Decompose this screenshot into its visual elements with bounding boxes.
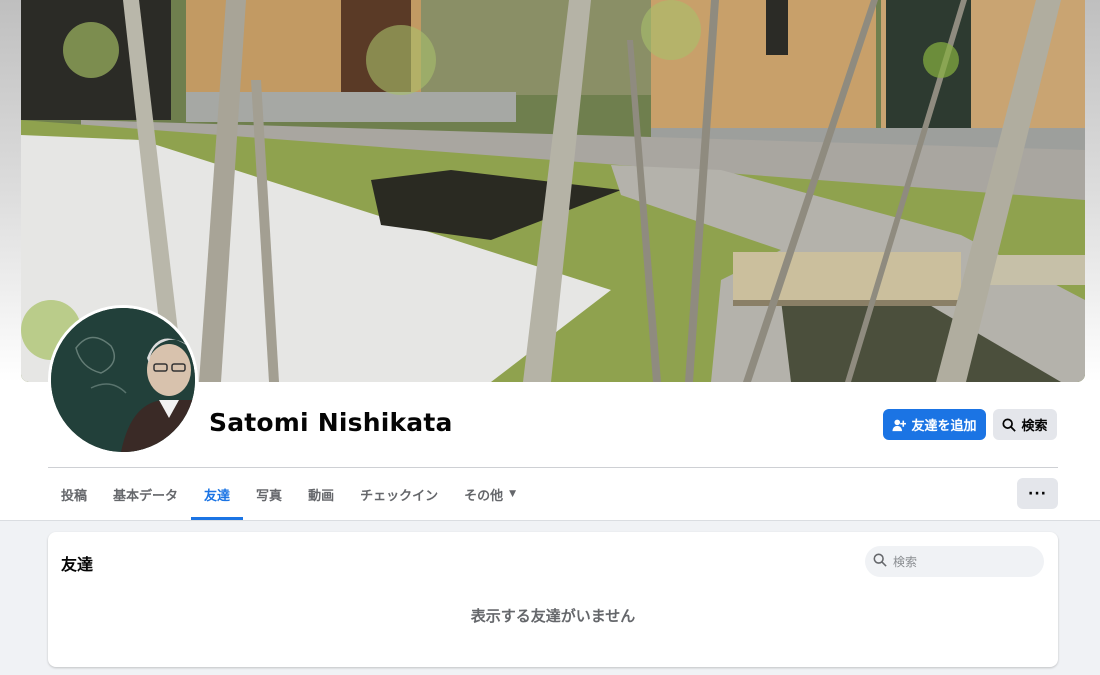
add-friend-label: 友達を追加 — [911, 419, 977, 434]
tab-more[interactable]: その他 ▼ — [451, 468, 529, 520]
tab-label: 基本データ — [113, 488, 179, 504]
profile-avatar[interactable] — [48, 305, 198, 455]
profile-tabs: 投稿 基本データ 友達 写真 動画 チェックイン その他 ▼ — [48, 468, 529, 520]
tab-label: 動画 — [308, 488, 335, 504]
profile-name: Satomi Nishikata — [209, 408, 453, 437]
friends-section-title: 友達 — [61, 555, 94, 574]
search-button[interactable]: 検索 — [993, 409, 1057, 440]
tab-label: 投稿 — [61, 488, 88, 504]
empty-friends-message: 表示する友達がいません — [470, 607, 636, 625]
tab-about[interactable]: 基本データ — [100, 468, 191, 520]
search-button-label: 検索 — [1021, 419, 1048, 434]
add-friend-icon — [892, 418, 907, 432]
profile-header: Satomi Nishikata 友達を追加 検索 投稿 基本データ 友達 写真… — [0, 0, 1100, 521]
friends-search[interactable] — [865, 546, 1044, 577]
tab-label: 友達 — [204, 488, 231, 504]
more-dots-icon: ··· — [1028, 485, 1047, 502]
caret-down-icon: ▼ — [509, 489, 517, 499]
more-options-button[interactable]: ··· — [1017, 478, 1058, 509]
tab-posts[interactable]: 投稿 — [48, 468, 100, 520]
tab-label: 写真 — [256, 488, 283, 504]
tab-photos[interactable]: 写真 — [243, 468, 295, 520]
cover-photo[interactable] — [21, 0, 1085, 382]
tab-label: チェックイン — [360, 488, 439, 504]
add-friend-button[interactable]: 友達を追加 — [883, 409, 986, 440]
avatar-photo — [51, 308, 195, 452]
tab-label: その他 — [464, 488, 504, 504]
tab-videos[interactable]: 動画 — [295, 468, 347, 520]
search-icon — [1002, 417, 1017, 432]
friends-search-input[interactable] — [891, 553, 1035, 570]
search-icon — [873, 552, 887, 571]
tab-checkins[interactable]: チェックイン — [347, 468, 451, 520]
friends-card: 友達 表示する友達がいません — [48, 532, 1058, 667]
tab-friends[interactable]: 友達 — [191, 468, 244, 520]
